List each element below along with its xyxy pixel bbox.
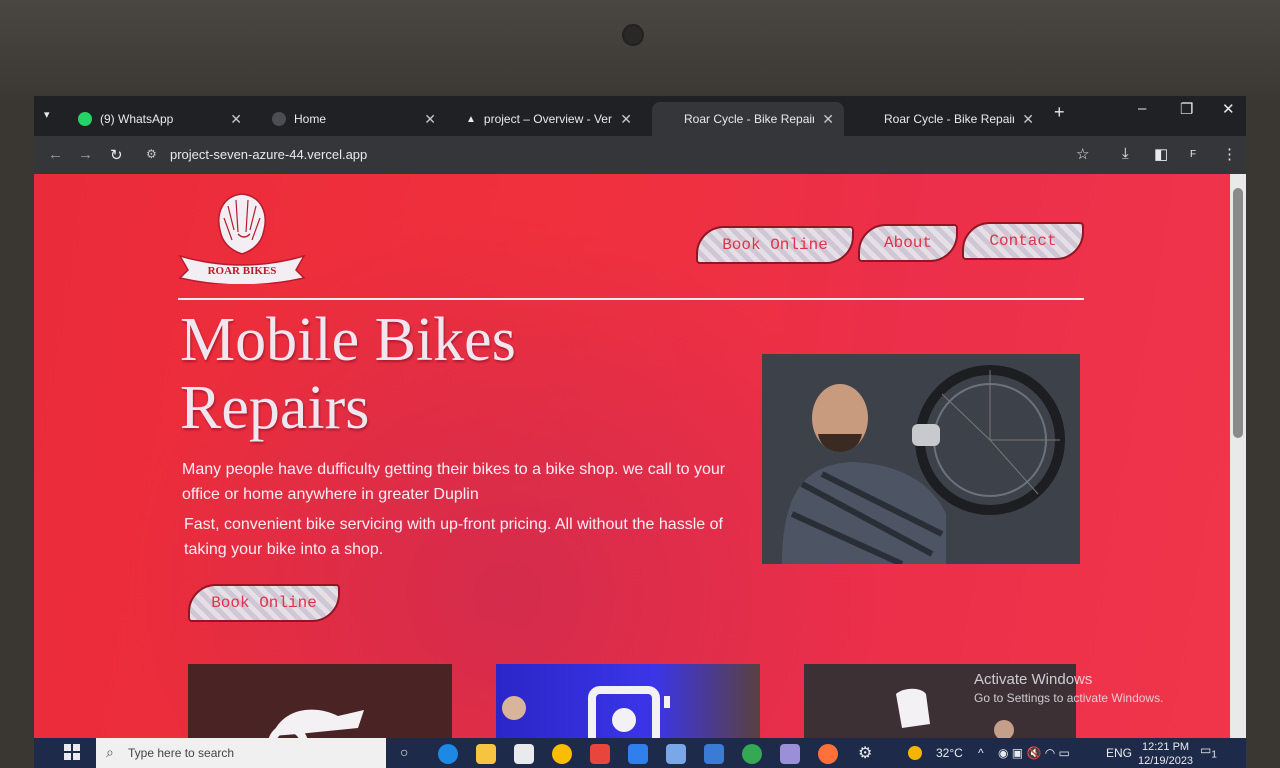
temperature[interactable]: 32°C (936, 746, 963, 760)
nav-contact-button[interactable]: Contact (962, 222, 1084, 260)
new-tab-plus-icon[interactable]: + (1054, 102, 1065, 123)
app-icon[interactable] (666, 744, 686, 764)
tab-home[interactable]: Home ✕ (262, 102, 446, 136)
screen: ▾ (9) WhatsApp ✕ Home ✕ ▲ project – Over… (34, 96, 1246, 768)
book-online-cta-button[interactable]: Book Online (188, 584, 340, 622)
reload-icon[interactable]: ↻ (110, 146, 123, 164)
tab-whatsapp[interactable]: (9) WhatsApp ✕ (68, 102, 252, 136)
taskbar-search-box[interactable]: ⌕ Type here to search (96, 738, 386, 768)
webcam (622, 24, 644, 46)
site-info-icon[interactable]: ⚙ (146, 147, 157, 161)
address-bar[interactable]: project-seven-azure-44.vercel.app (170, 147, 367, 162)
camera-frame-icon (502, 686, 670, 738)
clock-date: 12/19/2023 (1138, 755, 1194, 767)
tab-vercel[interactable]: ▲ project – Overview - Vercel ✕ (456, 102, 642, 136)
mail-icon[interactable] (704, 744, 724, 764)
logo-text: ROAR BIKES (208, 265, 277, 277)
download-icon[interactable]: ⤓ (1122, 145, 1129, 162)
firefox-icon[interactable] (818, 744, 838, 764)
laptop-bezel (0, 0, 1280, 100)
tab-title: Roar Cycle - Bike Repair in F (684, 112, 815, 126)
tray-chevron-icon[interactable]: ^ (978, 746, 984, 760)
webpage: ROAR BIKES Book Online About Contact Mob… (34, 174, 1230, 738)
close-tab-icon[interactable]: ✕ (230, 111, 242, 128)
service-paragraph: Fast, convenient bike servicing with up-… (184, 516, 723, 558)
globe-icon (272, 112, 286, 126)
watermark-subtitle: Go to Settings to activate Windows. (974, 691, 1164, 705)
tab-title: Home (294, 112, 327, 126)
roar-bikes-logo[interactable]: ROAR BIKES (176, 190, 308, 284)
language-indicator[interactable]: ENG (1106, 746, 1132, 760)
app-grid-icon[interactable] (780, 744, 800, 764)
vercel-icon: ▲ (466, 113, 476, 125)
scrollbar-thumb[interactable] (1233, 188, 1243, 438)
tab-title: (9) WhatsApp (100, 112, 174, 126)
search-icon: ⌕ (106, 744, 114, 760)
file-explorer-icon[interactable] (476, 744, 496, 764)
page-icon (662, 112, 676, 126)
mechanic-photo (762, 354, 1080, 564)
clock[interactable]: 12:21 PM 12/19/2023 (1138, 740, 1193, 768)
tab-bar: ▾ (9) WhatsApp ✕ Home ✕ ▲ project – Over… (34, 96, 1246, 136)
service-card-2[interactable] (496, 664, 760, 738)
settings-gear-icon[interactable]: ⚙ (858, 743, 872, 763)
bookmark-star-icon[interactable]: ☆ (1076, 145, 1089, 163)
page-icon (862, 112, 876, 126)
edge-icon[interactable] (438, 744, 458, 764)
close-tab-icon[interactable]: ✕ (424, 111, 436, 128)
weather-sun-icon[interactable] (908, 746, 922, 760)
windows-start-icon[interactable] (64, 744, 80, 760)
nav-about-button[interactable]: About (858, 224, 958, 262)
nav-book-online-button[interactable]: Book Online (696, 226, 854, 264)
back-arrow-icon[interactable]: ← (48, 146, 63, 163)
activate-windows-watermark: Activate Windows Go to Settings to activ… (974, 671, 1163, 705)
chrome-icon[interactable] (552, 744, 572, 764)
close-tab-icon[interactable]: ✕ (620, 111, 632, 128)
tab-title: project – Overview - Vercel (483, 112, 612, 126)
forward-arrow-icon[interactable]: → (78, 146, 93, 163)
chrome-profile-icon[interactable] (590, 744, 610, 764)
side-panel-icon[interactable]: ◧ (1154, 145, 1168, 163)
whatsapp-icon (78, 112, 92, 126)
notification-icon[interactable]: ▭1 (1200, 743, 1217, 760)
close-window-icon[interactable]: ✕ (1222, 100, 1235, 118)
minimize-icon[interactable]: – (1138, 100, 1146, 117)
profile-avatar[interactable]: F (1190, 149, 1196, 160)
search-placeholder: Type here to search (128, 746, 235, 760)
vscode-icon[interactable] (628, 744, 648, 764)
store-icon[interactable] (514, 744, 534, 764)
menu-kebab-icon[interactable]: ⋮ (1222, 145, 1237, 163)
watermark-title: Activate Windows (974, 671, 1093, 688)
service-card-1[interactable] (188, 664, 452, 738)
tab-roar-cycle[interactable]: Roar Cycle - Bike Repair in F ✕ (852, 102, 1044, 136)
chrome-alt-icon[interactable] (742, 744, 762, 764)
lion-head-icon (218, 193, 266, 255)
notification-count: 1 (1211, 749, 1217, 761)
tab-title: Roar Cycle - Bike Repair in F (884, 112, 1015, 126)
intro-paragraph: Many people have dufficulty getting thei… (182, 461, 726, 503)
close-tab-icon[interactable]: ✕ (822, 111, 834, 128)
address-toolbar: ← → ↻ ⚙ project-seven-azure-44.vercel.ap… (34, 136, 1246, 174)
task-view-icon[interactable]: ○ (400, 744, 408, 760)
restore-icon[interactable]: ❐ (1180, 100, 1193, 118)
header-divider (178, 298, 1084, 300)
clock-time: 12:21 PM (1141, 741, 1190, 753)
motorbike-icon (268, 709, 364, 738)
page-scrollbar[interactable] (1230, 174, 1246, 738)
close-tab-icon[interactable]: ✕ (1022, 111, 1034, 128)
tray-status-icons[interactable]: ◉ ▣ 🔇 ◠ ▭ (998, 746, 1070, 760)
tab-search-chevron-icon[interactable]: ▾ (44, 108, 50, 121)
hero-title: Mobile Bikes Repairs (180, 306, 516, 442)
tab-roar-cycle-active[interactable]: Roar Cycle - Bike Repair in F ✕ (652, 102, 844, 136)
